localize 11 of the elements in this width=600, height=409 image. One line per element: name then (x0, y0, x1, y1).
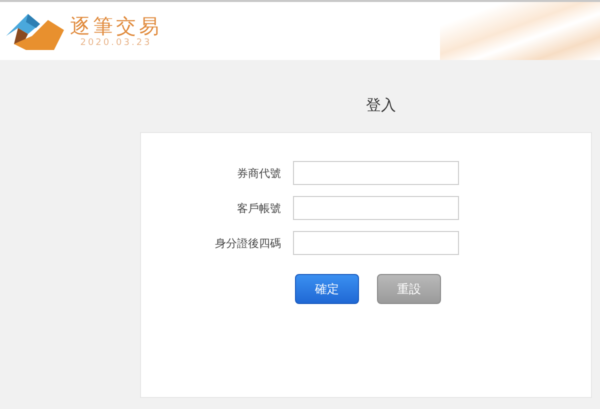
login-title: 登入 (365, 95, 397, 116)
field-label: 券商代號 (236, 166, 282, 180)
field-label: 身分證後四碼 (214, 236, 282, 250)
input-field[interactable] (293, 231, 459, 255)
input-field[interactable] (293, 196, 459, 220)
logo-date: 2020.03.23 (80, 38, 152, 48)
input-field[interactable] (293, 161, 459, 185)
submit-button[interactable]: 確定 (295, 274, 359, 304)
field-label: 客戶帳號 (236, 200, 282, 216)
reset-button[interactable]: 重設 (377, 274, 441, 304)
logo-text: 逐筆交易 (70, 14, 162, 38)
